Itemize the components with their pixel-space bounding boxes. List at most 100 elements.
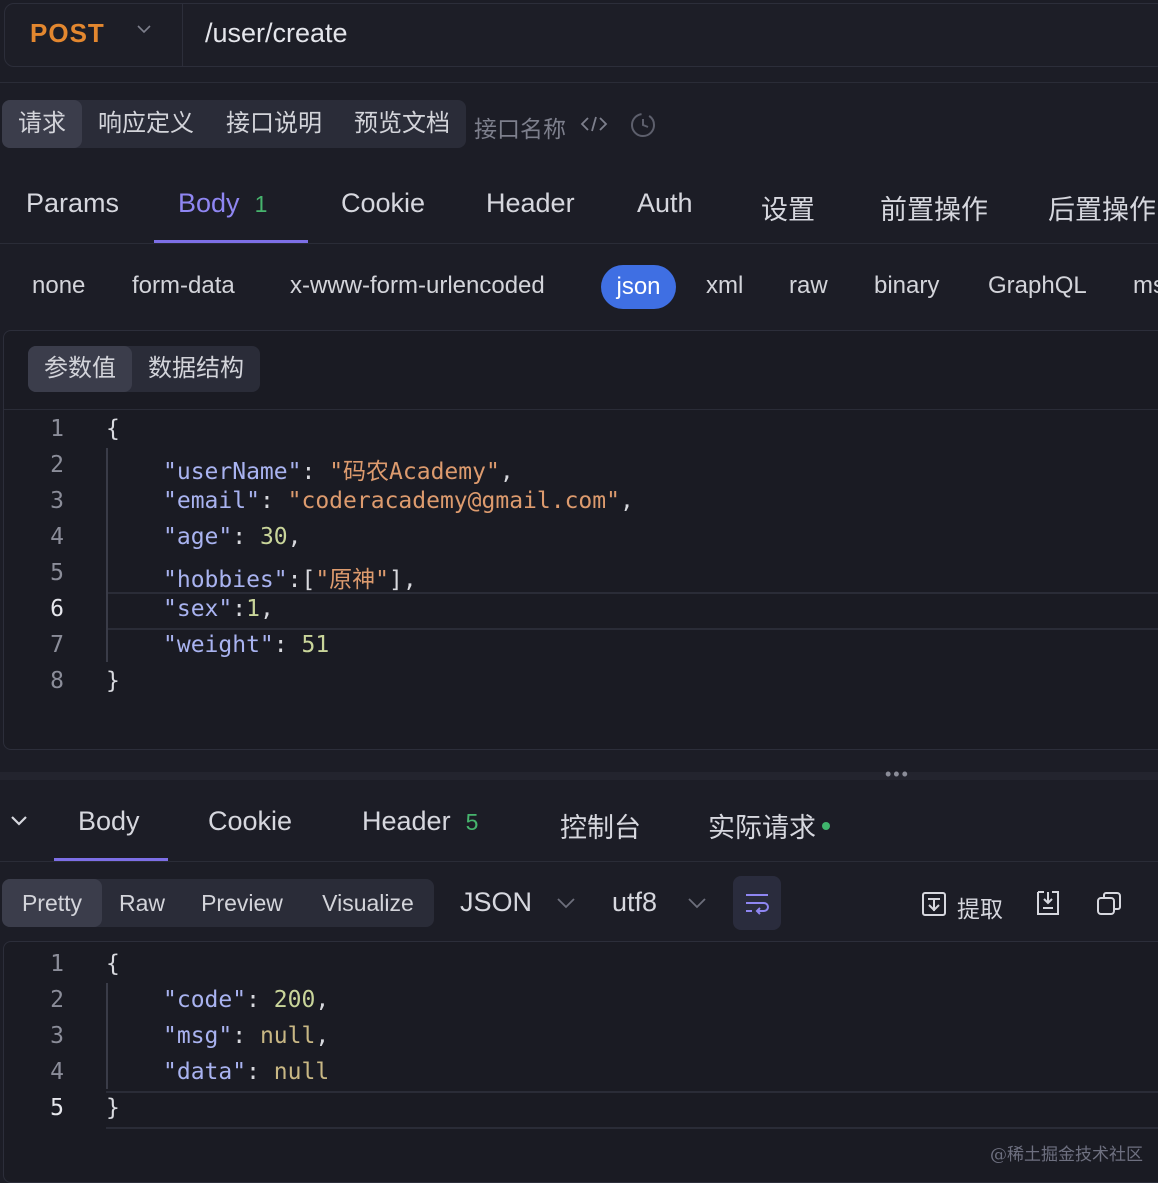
indent-guide [106,448,108,662]
json-value: "码农Academy" [329,459,500,485]
drag-handle-icon[interactable]: ••• [885,764,910,785]
encoding-select[interactable]: utf8 [612,887,657,918]
code-line[interactable]: "hobbies":["原神"], [163,560,417,594]
divider [0,861,1158,862]
json-key: "code" [163,987,247,1013]
collapse-chevron-icon[interactable] [10,814,28,828]
indent-guide [106,983,108,1089]
json-value: 30 [259,524,288,550]
current-line-highlight [106,1091,1158,1129]
tab-settings[interactable]: 设置 [761,188,815,227]
method-select[interactable]: POST [30,18,105,49]
save-icon[interactable] [1035,889,1061,917]
copy-icon[interactable] [1096,891,1122,917]
code-line[interactable]: "data": null [163,1059,329,1085]
response-tab-cookie[interactable]: Cookie [208,806,292,837]
chevron-down-icon[interactable] [687,896,707,910]
view-visualize[interactable]: Visualize [306,879,430,927]
body-type-more[interactable]: ms [1133,272,1158,300]
body-count-badge: 1 [254,191,268,217]
body-type-none[interactable]: none [32,272,85,300]
view-preview[interactable]: Preview [184,879,300,927]
tab-response-definition[interactable]: 响应定义 [86,100,206,148]
tab-post-operations[interactable]: 后置操作 [1048,188,1156,227]
url-divider [182,4,183,66]
json-key: "age" [163,524,233,550]
line-number: 2 [50,452,64,478]
response-tab-body[interactable]: Body [78,806,140,837]
tab-request[interactable]: 请求 [2,100,82,148]
code-line[interactable]: "sex":1, [163,596,274,622]
body-type-urlencoded[interactable]: x-www-form-urlencoded [290,272,545,300]
line-number: 7 [50,632,64,658]
code-icon[interactable] [580,114,608,134]
code-line[interactable]: "userName": "码农Academy", [163,452,514,486]
json-key: "hobbies" [163,567,288,593]
body-type-xml[interactable]: xml [706,272,743,300]
tab-param-values[interactable]: 参数值 [28,346,132,392]
json-key: "msg" [163,1023,233,1049]
line-number: 4 [50,524,64,550]
body-type-binary[interactable]: binary [874,272,939,300]
response-tab-header-label: Header [362,806,451,836]
json-value: "原神" [315,567,390,593]
json-key: "weight" [163,632,274,658]
body-type-graphql[interactable]: GraphQL [988,272,1087,300]
tab-header[interactable]: Header [486,188,575,219]
code-line[interactable]: } [106,668,120,694]
json-value: "coderacademy@gmail.com" [287,488,620,514]
api-name-input[interactable]: 接口名称 [474,110,566,144]
body-type-form-data[interactable]: form-data [132,272,235,300]
body-type-raw[interactable]: raw [789,272,828,300]
json-value: null [259,1023,316,1049]
json-value: 1 [246,596,260,622]
tab-body[interactable]: Body 1 [178,188,267,219]
format-select[interactable]: JSON [460,887,532,918]
split-divider[interactable] [0,772,1158,780]
tab-data-structure[interactable]: 数据结构 [136,346,256,392]
line-number: 2 [50,987,64,1013]
extract-icon[interactable] [921,891,947,917]
response-tab-header[interactable]: Header 5 [362,806,478,837]
line-number: 3 [50,488,64,514]
json-key: "userName" [163,459,302,485]
line-number: 3 [50,1023,64,1049]
status-dot-icon [822,821,830,830]
header-count-badge: 5 [465,809,479,835]
url-input[interactable]: /user/create [205,18,348,49]
response-tab-actual-request[interactable]: 实际请求 [708,806,830,845]
json-key: "email" [163,488,260,514]
response-tab-console[interactable]: 控制台 [560,806,641,845]
code-line[interactable]: { [106,416,120,442]
line-number: 1 [50,951,64,977]
tab-auth[interactable]: Auth [637,188,693,219]
code-line[interactable]: "msg": null, [163,1023,329,1049]
code-line[interactable]: "age": 30, [163,524,302,550]
code-line[interactable]: "email": "coderacademy@gmail.com", [163,488,634,514]
tab-api-description[interactable]: 接口说明 [214,100,334,148]
tab-params[interactable]: Params [26,188,119,219]
code-line[interactable]: { [106,951,120,977]
tab-cookie[interactable]: Cookie [341,188,425,219]
code-line[interactable]: } [106,1095,120,1121]
json-key: "sex" [163,596,233,622]
line-number: 5 [50,560,64,586]
line-number: 6 [50,596,64,622]
chevron-down-icon[interactable] [556,896,576,910]
extract-button[interactable]: 提取 [957,890,1003,924]
divider [0,82,1158,83]
json-value: 51 [301,632,330,658]
url-bar [4,3,1158,67]
tab-preview-doc[interactable]: 预览文档 [342,100,462,148]
body-type-json[interactable]: json [601,265,676,309]
view-pretty[interactable]: Pretty [2,879,102,927]
history-icon[interactable] [629,111,657,139]
code-line[interactable]: "weight": 51 [163,632,329,658]
divider [4,409,1158,410]
chevron-down-icon[interactable] [137,22,151,36]
view-raw[interactable]: Raw [106,879,178,927]
json-value: null [273,1059,330,1085]
code-line[interactable]: "code": 200, [163,987,329,1013]
line-number: 8 [50,668,64,694]
tab-pre-operations[interactable]: 前置操作 [880,188,988,227]
